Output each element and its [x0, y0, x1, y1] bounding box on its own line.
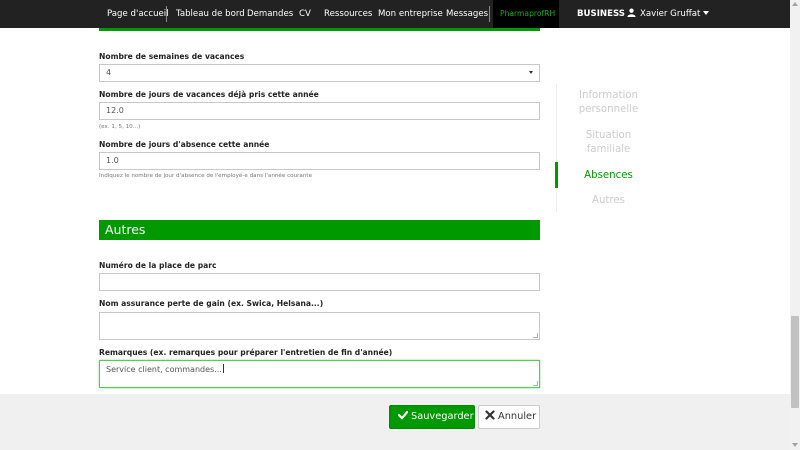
user-menu[interactable]: Xavier Gruffat: [627, 0, 710, 28]
cancel-button[interactable]: Annuler: [478, 405, 540, 429]
insurance-label: Nom assurance perte de gain (ex. Swica, …: [99, 299, 324, 308]
vacation-weeks-value: 4: [106, 68, 112, 77]
sidenav-item-absences[interactable]: Absences: [562, 169, 655, 183]
absence-days-value: 1.0: [106, 156, 119, 165]
nav-item-home[interactable]: Page d'accueil: [107, 0, 169, 28]
nav-brand-link[interactable]: PharmaprofRH: [500, 0, 555, 28]
sidenav-item-label: Information: [579, 90, 638, 101]
nav-item-resources[interactable]: Ressources: [324, 0, 372, 28]
absence-days-input[interactable]: 1.0: [99, 152, 540, 170]
check-icon: [398, 410, 408, 420]
sidenav-item-information[interactable]: Information personnelle: [562, 89, 655, 117]
sidenav-item-autres[interactable]: Autres: [562, 194, 655, 208]
text-cursor: [222, 364, 224, 373]
sidenav-active-indicator: [555, 162, 558, 188]
vacation-taken-help: (ex. 1, 5, 10...): [99, 124, 141, 130]
parking-label: Numéro de la place de parc: [99, 261, 217, 270]
cancel-label: Annuler: [498, 411, 537, 422]
scroll-up-arrow[interactable]: [792, 2, 798, 6]
chevron-down-icon: [703, 11, 710, 15]
nav-item-messages[interactable]: Messages: [446, 0, 488, 28]
close-icon: [485, 410, 495, 420]
save-button[interactable]: Sauvegarder: [389, 405, 475, 429]
nav-item-dashboard[interactable]: Tableau de bord: [176, 0, 245, 28]
section-header-autres: Autres: [99, 220, 540, 240]
section-title: Autres: [105, 222, 146, 237]
vacation-taken-label: Nombre de jours de vacances déjà pris ce…: [99, 90, 319, 99]
parking-input[interactable]: [99, 273, 540, 291]
nav-item-company[interactable]: Mon entreprise: [378, 0, 443, 28]
section-header-previous: [99, 28, 540, 31]
resize-grip-icon[interactable]: [533, 333, 538, 338]
nav-separator: [166, 6, 167, 22]
insurance-textarea[interactable]: [99, 312, 540, 340]
scroll-down-arrow[interactable]: [792, 443, 798, 447]
remarks-value: Service client, commandes...: [106, 365, 222, 374]
sidenav-item-situation[interactable]: Situation familiale: [562, 129, 655, 157]
sidenav-item-label: personnelle: [578, 104, 639, 115]
sidenav-rail: [556, 84, 557, 212]
sidenav-item-label: Autres: [592, 195, 625, 206]
absence-days-label: Nombre de jours d'absence cette année: [99, 140, 270, 149]
vacation-taken-value: 12.0: [106, 106, 124, 115]
vacation-taken-input[interactable]: 12.0: [99, 102, 540, 120]
save-label: Sauvegarder: [411, 411, 474, 422]
sidenav-item-label: Absences: [584, 170, 633, 181]
remarks-textarea[interactable]: Service client, commandes...: [99, 360, 540, 388]
sidenav-item-label: Situation: [585, 130, 632, 141]
dropdown-arrow-icon: [529, 71, 533, 74]
vacation-weeks-select[interactable]: 4: [99, 64, 540, 82]
sidenav-item-label: familiale: [586, 144, 631, 155]
nav-separator: [489, 6, 490, 22]
page-scrollbar[interactable]: [790, 0, 800, 450]
nav-item-cv[interactable]: CV: [299, 0, 311, 28]
nav-business[interactable]: BUSINESS: [577, 0, 625, 28]
user-icon: [627, 8, 636, 17]
user-name: Xavier Gruffat: [640, 9, 701, 19]
scroll-thumb[interactable]: [791, 316, 799, 408]
vacation-weeks-label: Nombre de semaines de vacances: [99, 52, 245, 61]
resize-grip-icon[interactable]: [533, 381, 538, 386]
nav-item-requests[interactable]: Demandes: [247, 0, 293, 28]
top-navbar: Page d'accueil Tableau de bord Demandes …: [0, 0, 790, 28]
remarks-label: Remarques (ex. remarques pour préparer l…: [99, 348, 393, 357]
absence-days-help: Indiquez le nombre de jour d'absence de …: [99, 173, 313, 179]
